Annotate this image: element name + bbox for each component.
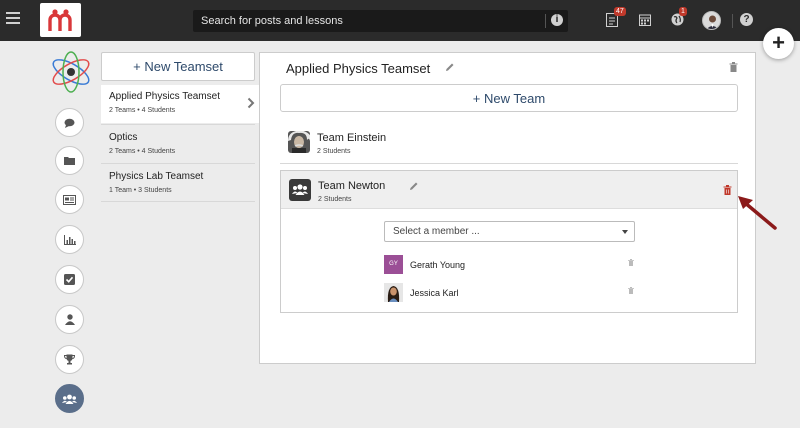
team-newton: Team Newton 2 Students Select a member .… — [280, 170, 738, 313]
teamset-name: Optics — [109, 132, 138, 143]
nav-people-button[interactable] — [55, 305, 84, 334]
team-name: Team Newton — [318, 180, 386, 192]
new-teamset-button[interactable]: + New Teamset — [101, 52, 255, 81]
delete-teamset-trash-icon[interactable] — [729, 62, 738, 72]
newspaper-icon — [63, 194, 76, 205]
teamset-item-applied-physics[interactable]: Applied Physics Teamset 2 Teams • 4 Stud… — [101, 85, 261, 123]
teamset-list: + New Teamset Applied Physics Teamset 2 … — [101, 52, 261, 203]
trophy-icon — [64, 354, 75, 365]
member-select-placeholder: Select a member ... — [393, 226, 480, 237]
teamset-meta: 2 Teams • 4 Students — [109, 107, 176, 114]
team-newton-header[interactable]: Team Newton 2 Students — [281, 171, 737, 209]
annotation-arrow-icon — [738, 196, 777, 230]
teamset-item-optics[interactable]: Optics 2 Teams • 4 Students — [101, 126, 255, 164]
edit-pencil-icon[interactable] — [445, 62, 455, 72]
folder-icon — [64, 157, 75, 165]
course-atom-icon[interactable] — [49, 50, 93, 94]
app-logo-icon — [48, 9, 72, 31]
caret-down-icon — [622, 230, 628, 234]
teamset-meta: 2 Teams • 4 Students — [109, 148, 176, 155]
delete-team-trash-icon[interactable] — [723, 185, 732, 195]
search-input[interactable]: Search for posts and lessons — [201, 15, 343, 27]
calendar-icon[interactable] — [639, 13, 651, 31]
chat-bubble-icon — [64, 118, 75, 128]
search-bar[interactable]: Search for posts and lessons i — [193, 10, 568, 32]
search-divider — [545, 14, 546, 28]
nav-lessons-button[interactable] — [55, 185, 84, 214]
team-newton-avatar — [289, 179, 311, 201]
teamset-name: Applied Physics Teamset — [109, 91, 220, 102]
notifications-badge: 47 — [614, 7, 626, 16]
member-avatar: GY — [384, 255, 403, 274]
remove-member-trash-icon[interactable] — [628, 287, 634, 294]
team-einstein-avatar — [288, 131, 310, 153]
team-meta: 2 Students — [318, 196, 352, 203]
edit-pencil-icon[interactable] — [409, 181, 419, 191]
team-meta: 2 Students — [317, 148, 351, 155]
top-bar: Search for posts and lessons i 47 1 ? — [0, 0, 800, 41]
member-avatar — [384, 283, 403, 302]
app-logo[interactable] — [40, 3, 81, 37]
remove-member-trash-icon[interactable] — [628, 259, 634, 266]
teamset-meta: 1 Team • 3 Students — [109, 187, 172, 194]
group-icon — [292, 184, 308, 195]
nav-assignments-button[interactable] — [55, 265, 84, 294]
side-nav — [48, 50, 93, 420]
list-divider — [101, 201, 255, 202]
new-team-button[interactable]: + New Team — [280, 84, 738, 112]
help-icon[interactable]: ? — [740, 13, 753, 26]
topbar-divider — [732, 14, 733, 28]
teamset-name: Physics Lab Teamset — [109, 171, 204, 182]
group-icon — [62, 394, 77, 404]
team-einstein[interactable]: Team Einstein 2 Students — [280, 123, 738, 161]
team-name: Team Einstein — [317, 132, 387, 144]
member-row: GY Gerath Young — [384, 255, 636, 275]
nav-teams-button[interactable] — [55, 384, 84, 413]
teamset-detail-panel: Applied Physics Teamset + New Team Team … — [259, 52, 756, 364]
user-icon — [64, 314, 75, 325]
member-name: Gerath Young — [410, 260, 466, 270]
member-select-dropdown[interactable]: Select a member ... — [384, 221, 635, 242]
globe-badge: 1 — [679, 7, 687, 16]
hamburger-menu-icon[interactable] — [6, 12, 20, 28]
check-square-icon — [64, 274, 75, 285]
member-name: Jessica Karl — [410, 288, 459, 298]
teamset-item-physics-lab[interactable]: Physics Lab Teamset 1 Team • 3 Students — [101, 165, 255, 203]
teamset-title: Applied Physics Teamset — [286, 61, 431, 76]
member-row: Jessica Karl — [384, 283, 636, 303]
bar-chart-icon — [63, 234, 76, 245]
info-icon[interactable]: i — [551, 14, 563, 26]
list-divider — [101, 124, 255, 125]
user-avatar[interactable] — [702, 11, 721, 30]
chevron-right-icon — [247, 97, 255, 109]
add-fab-button[interactable]: + — [763, 28, 794, 59]
nav-analytics-button[interactable] — [55, 225, 84, 254]
list-divider — [101, 163, 255, 164]
nav-posts-button[interactable] — [55, 108, 84, 137]
nav-files-button[interactable] — [55, 146, 84, 175]
team-divider — [280, 163, 738, 164]
nav-achievements-button[interactable] — [55, 345, 84, 374]
